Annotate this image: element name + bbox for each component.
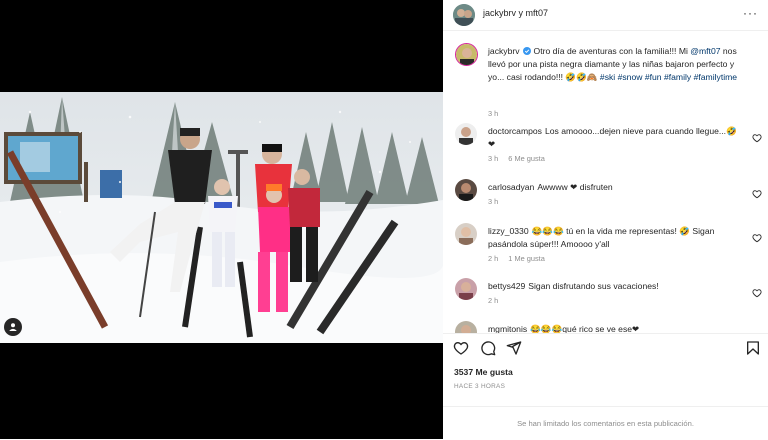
comment-username[interactable]: carlosadyan [488,182,534,192]
author-names[interactable]: jackybrv y mft07 [483,8,548,18]
share-icon[interactable] [506,340,522,356]
tagged-users-icon[interactable] [4,318,22,336]
heart-icon[interactable] [453,340,469,356]
comment-username[interactable]: mgmitonis [488,324,527,333]
hashtag-link[interactable]: #snow [618,72,643,82]
post-sidebar: jackybrv y mft07 ··· jackybrv Otro día de… [443,0,768,439]
caption-avatar[interactable] [455,43,478,66]
comment-likes[interactable]: 1 Me gusta [508,254,545,263]
ski-family-photo [0,92,443,343]
comment-text: doctorcampos Los amoooo...dejen nieve par… [488,125,743,151]
comment-likes[interactable]: 6 Me gusta [508,154,545,163]
comment-time: 2 h [488,254,499,263]
comment-icon[interactable] [480,340,496,356]
bookmark-icon[interactable] [745,340,761,356]
comment-body: 😂😂😂qué rico se ve ese❤ [530,324,640,333]
media-panel [0,0,443,439]
comment-time: 3 h [488,197,499,206]
commenter-avatar[interactable] [455,223,477,245]
posted-time: HACE 3 HORAS [454,383,506,390]
comment-text: carlosadyan Awwww ❤ disfruten [488,181,743,194]
caption-text: jackybrv Otro día de aventuras con la fam… [488,45,743,84]
hashtag-link[interactable]: #fun [645,72,662,82]
action-bar [443,333,768,364]
caption-time: 3 h [488,109,499,118]
comment-meta: 2 h [488,296,508,305]
comment-username[interactable]: bettys429 [488,281,525,291]
comment-meta: 3 h [488,197,508,206]
comment-meta: 3 h 6 Me gusta [488,154,555,163]
post-header: jackybrv y mft07 ··· [443,0,768,31]
heart-icon[interactable] [752,233,762,243]
comment-text: mgmitonis 😂😂😂qué rico se ve ese❤ [488,323,743,333]
hashtag-link[interactable]: #ski [600,72,615,82]
author-avatar[interactable] [453,4,475,26]
caption-username[interactable]: jackybrv [488,46,520,56]
comments-limited-notice: Se han limitado los comentarios en esta … [443,406,768,440]
comment-username[interactable]: doctorcampos [488,126,542,136]
verified-badge-icon [522,47,531,55]
comment-body: Awwww ❤ disfruten [537,182,613,192]
mention-link[interactable]: @mft07 [690,46,720,56]
comment-text: bettys429 Sigan disfrutando sus vacacione… [488,280,743,293]
likes-count[interactable]: 3537 Me gusta [454,367,513,377]
post-photo[interactable] [0,92,443,343]
comment-time: 3 h [488,154,499,163]
commenter-avatar[interactable] [455,123,477,145]
comment-time: 2 h [488,296,499,305]
caption-meta: 3 h [488,109,508,118]
commenter-avatar[interactable] [455,321,477,333]
hashtag-link[interactable]: #family [664,72,691,82]
comments-list: jackybrv Otro día de aventuras con la fam… [443,31,768,333]
hashtag-link[interactable]: #familytime [694,72,737,82]
heart-icon[interactable] [752,288,762,298]
comment-username[interactable]: lizzy_0330 [488,226,529,236]
commenter-avatar[interactable] [455,179,477,201]
more-dots-icon[interactable]: ··· [743,6,758,20]
comment-body: Sigan disfrutando sus vacaciones! [528,281,659,291]
heart-icon[interactable] [752,189,762,199]
commenter-avatar[interactable] [455,278,477,300]
comment-text: lizzy_0330 😂😂😂 tú en la vida me represent… [488,225,743,251]
heart-icon[interactable] [752,133,762,143]
comment-meta: 2 h 1 Me gusta [488,254,555,263]
